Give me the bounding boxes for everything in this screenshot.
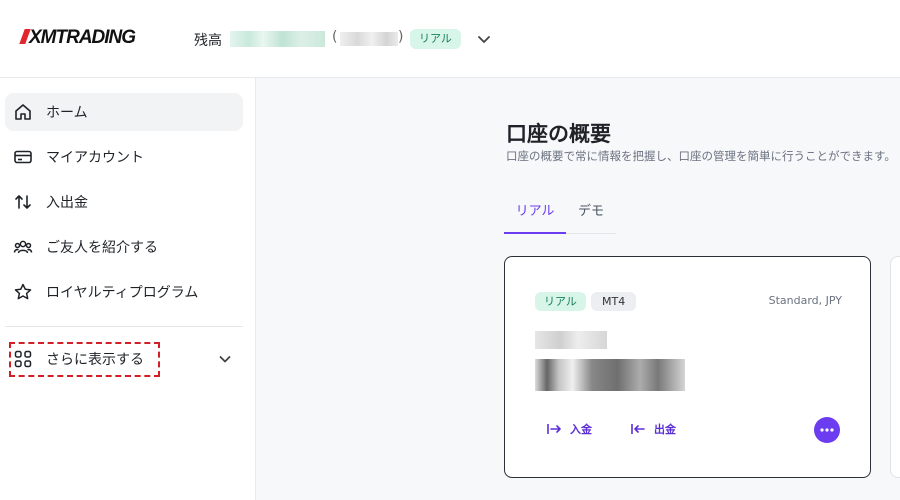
deposit-arrow-icon: [547, 424, 561, 434]
sidebar-item-loyalty-program[interactable]: ロイヤルティプログラム: [5, 273, 243, 311]
deposit-button[interactable]: 入金: [547, 421, 592, 437]
star-icon: [13, 282, 33, 302]
xm-logo[interactable]: XMTRADING: [19, 27, 136, 49]
withdraw-arrow-icon: [631, 424, 645, 434]
sidebar: ホーム マイアカウント 入出金 ご友人を紹介する ロイヤルティプログラム さらに…: [0, 78, 256, 500]
chevron-down-icon[interactable]: [218, 352, 232, 366]
tab-real[interactable]: リアル: [504, 200, 566, 234]
tab-demo[interactable]: デモ: [566, 200, 616, 234]
sidebar-item-label: 入出金: [46, 195, 88, 211]
paren-open: (: [332, 29, 338, 45]
logo-text: XMTRADING: [29, 27, 136, 48]
ellipsis-icon: [820, 428, 834, 432]
sidebar-item-deposit-withdraw[interactable]: 入出金: [5, 183, 243, 221]
sidebar-item-my-account[interactable]: マイアカウント: [5, 138, 243, 176]
balance-label: 残高: [194, 33, 222, 49]
users-icon: [13, 237, 33, 257]
balance-value-redacted: [230, 31, 325, 47]
withdraw-label: 出金: [654, 423, 676, 436]
home-icon: [13, 102, 33, 122]
paren-close: ): [398, 29, 404, 45]
main-content: 口座の概要 口座の概要で常に情報を把握し、口座の管理を簡単に行うことができます。…: [256, 78, 900, 500]
account-type-badge: リアル: [535, 292, 586, 311]
sidebar-item-refer-friends[interactable]: ご友人を紹介する: [5, 228, 243, 266]
account-number-redacted: [340, 32, 398, 46]
page-subtitle: 口座の概要で常に情報を把握し、口座の管理を簡単に行うことができます。: [506, 149, 896, 163]
account-card[interactable]: リアル MT4 Standard, JPY 入金 出金: [504, 256, 871, 478]
sidebar-item-label: ホーム: [46, 105, 88, 121]
account-balance-redacted: [535, 359, 685, 391]
account-type-label: Standard, JPY: [768, 294, 842, 307]
sidebar-item-home[interactable]: ホーム: [5, 93, 243, 131]
highlight-box: [9, 342, 160, 377]
deposit-label: 入金: [570, 423, 592, 436]
account-type-badge: リアル: [410, 29, 461, 49]
page-title: 口座の概要: [506, 122, 611, 146]
sidebar-divider: [5, 326, 243, 327]
sidebar-item-label: マイアカウント: [46, 150, 144, 166]
sidebar-item-label: ご友人を紹介する: [46, 240, 158, 256]
transfer-arrows-icon: [13, 192, 33, 212]
sidebar-item-label: ロイヤルティプログラム: [46, 285, 199, 301]
card-icon: [13, 147, 33, 167]
top-header: XMTRADING 残高 ( ) リアル: [0, 0, 900, 78]
chevron-down-icon[interactable]: [476, 31, 492, 47]
account-number-redacted: [535, 331, 607, 349]
more-options-button[interactable]: [814, 417, 840, 443]
withdraw-button[interactable]: 出金: [631, 421, 676, 437]
account-card-partial[interactable]: [890, 256, 900, 478]
platform-badge: MT4: [591, 292, 637, 311]
